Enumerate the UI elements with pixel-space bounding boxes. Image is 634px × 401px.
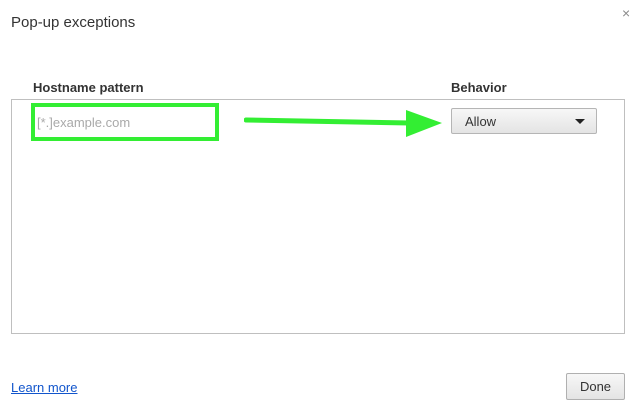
dialog-title: Pop-up exceptions	[11, 14, 136, 31]
learn-more-link[interactable]: Learn more	[11, 380, 77, 395]
behavior-select[interactable]: Allow	[451, 108, 597, 134]
hostname-input-highlight	[31, 103, 219, 141]
behavior-selected-value: Allow	[465, 114, 497, 129]
arrow-shaft	[244, 117, 413, 126]
done-button[interactable]: Done	[566, 373, 625, 400]
behavior-header: Behavior	[451, 80, 507, 95]
hostname-pattern-input[interactable]	[37, 108, 207, 136]
right-arrow-icon	[244, 110, 442, 137]
close-icon[interactable]: ×	[622, 6, 630, 20]
dropdown-arrow-icon	[575, 119, 585, 124]
hostname-pattern-header: Hostname pattern	[33, 80, 144, 95]
arrow-head	[406, 110, 442, 137]
popup-exceptions-dialog: Pop-up exceptions × Hostname pattern Beh…	[0, 0, 634, 401]
